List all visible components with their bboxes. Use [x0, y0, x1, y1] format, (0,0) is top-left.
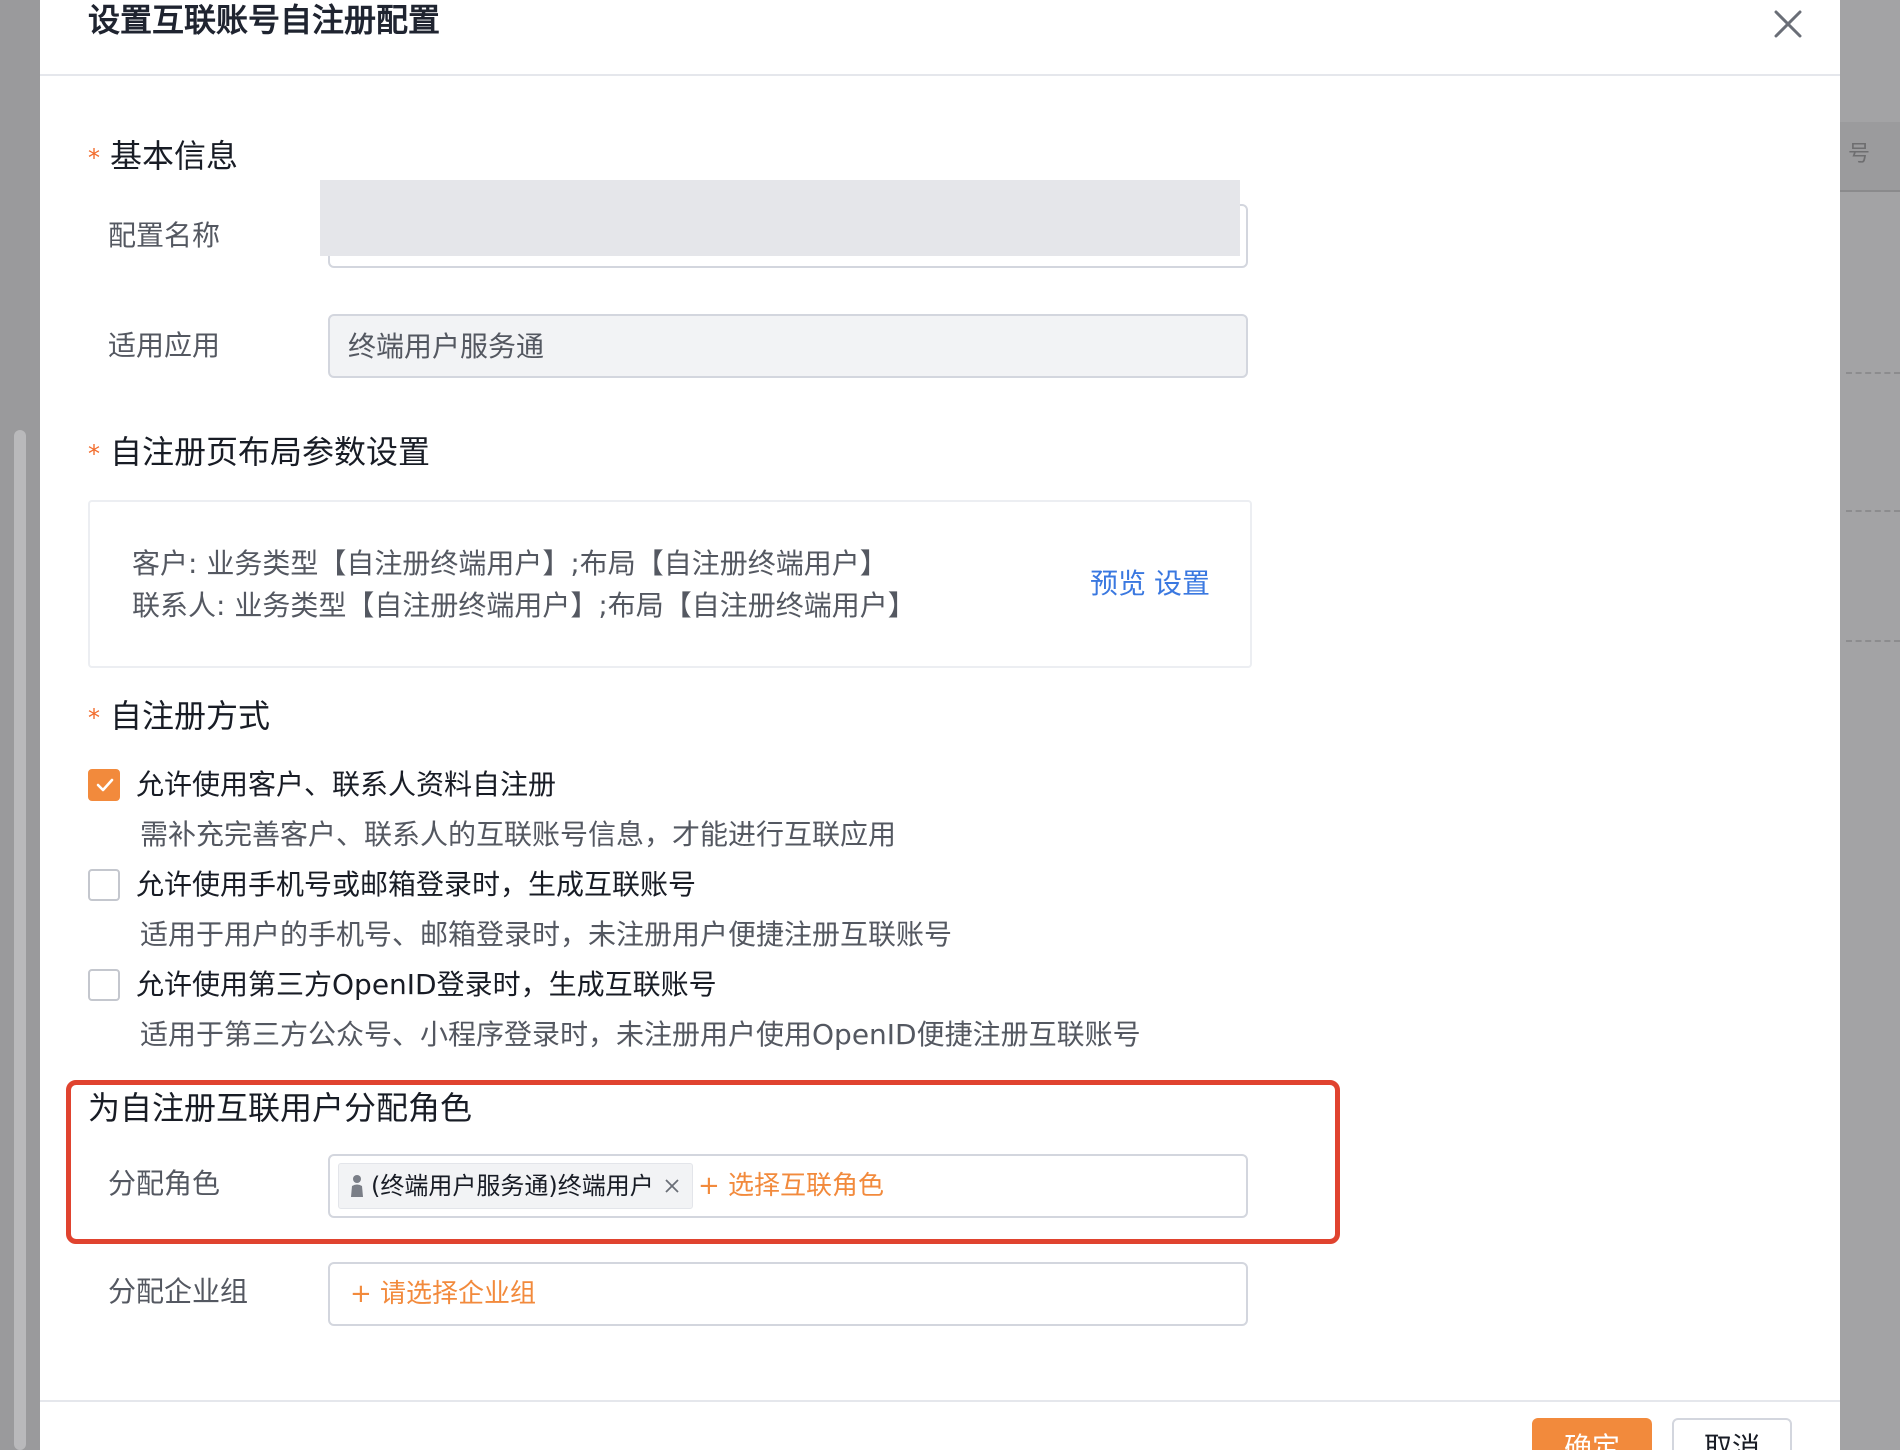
group-select-input[interactable]: + 请选择企业组	[328, 1262, 1248, 1326]
backdrop-scrollbar	[14, 430, 26, 1450]
option-label-profile-register: 允许使用客户、联系人资料自注册	[136, 768, 557, 801]
role-tag-label: (终端用户服务通)终端用户	[371, 1172, 654, 1200]
backdrop-divider	[1846, 640, 1900, 642]
role-tag: (终端用户服务通)终端用户	[338, 1163, 693, 1209]
tag-close-icon[interactable]	[664, 1178, 680, 1194]
preview-link[interactable]: 预览	[1090, 566, 1146, 602]
option-label-openid-register: 允许使用第三方OpenID登录时，生成互联账号	[136, 968, 717, 1001]
option-desc-phone-email-register: 适用于用户的手机号、邮箱登录时，未注册用户便捷注册互联账号	[140, 918, 953, 951]
section-title-basic-info: * 基本信息	[88, 137, 239, 175]
required-star: *	[88, 440, 100, 468]
layout-line-contact: 联系人: 业务类型【自注册终端用户】;布局【自注册终端用户】	[132, 589, 916, 622]
required-star: *	[88, 704, 100, 732]
config-name-label: 配置名称	[108, 219, 221, 252]
option-desc-openid-register: 适用于第三方公众号、小程序登录时，未注册用户使用OpenID便捷注册互联账号	[140, 1018, 1141, 1051]
checkbox-profile-register[interactable]	[88, 769, 120, 801]
option-desc-profile-register: 需补充完善客户、联系人的互联账号信息，才能进行互联应用	[140, 818, 897, 851]
required-star: *	[88, 144, 100, 172]
backdrop-left-panel	[0, 0, 40, 1450]
section-title-register-method: * 自注册方式	[88, 697, 271, 735]
group-label: 分配企业组	[108, 1275, 249, 1308]
app-input: 终端用户服务通	[328, 314, 1248, 378]
backdrop-divider	[1846, 372, 1900, 374]
backdrop-divider	[1846, 510, 1900, 512]
section-title-layout: * 自注册页布局参数设置	[88, 433, 431, 471]
close-icon[interactable]	[1768, 4, 1808, 44]
backdrop-glyph: 号	[1848, 142, 1871, 167]
cancel-button[interactable]: 取消	[1672, 1418, 1792, 1450]
checkbox-phone-email-register[interactable]	[88, 869, 120, 901]
layout-line-customer: 客户: 业务类型【自注册终端用户】;布局【自注册终端用户】	[132, 547, 888, 580]
role-label: 分配角色	[108, 1167, 221, 1200]
section-title-role-assign: 为自注册互联用户分配角色	[88, 1089, 473, 1127]
config-modal: 设置互联账号自注册配置 * 基本信息 配置名称 适用应用 终端用户服务通 * 自注册…	[40, 0, 1840, 1450]
check-icon	[96, 778, 114, 792]
confirm-button[interactable]: 确定	[1532, 1418, 1652, 1450]
modal-header: 设置互联账号自注册配置	[40, 0, 1840, 76]
add-role-link[interactable]: + 选择互联角色	[698, 1169, 884, 1203]
backdrop-right-panel: 号	[1840, 0, 1900, 1450]
app-value: 终端用户服务通	[348, 330, 545, 363]
option-label-phone-email-register: 允许使用手机号或邮箱登录时，生成互联账号	[136, 868, 697, 901]
layout-settings-box: 客户: 业务类型【自注册终端用户】;布局【自注册终端用户】 联系人: 业务类型【…	[88, 500, 1252, 668]
add-group-link[interactable]: + 请选择企业组	[350, 1277, 536, 1311]
app-label: 适用应用	[108, 329, 221, 362]
settings-link[interactable]: 设置	[1154, 566, 1210, 602]
modal-title: 设置互联账号自注册配置	[88, 1, 441, 39]
redaction-mask	[320, 180, 1240, 256]
user-icon	[351, 1175, 363, 1197]
role-select-input[interactable]: (终端用户服务通)终端用户 + 选择互联角色	[328, 1154, 1248, 1218]
checkbox-openid-register[interactable]	[88, 969, 120, 1001]
